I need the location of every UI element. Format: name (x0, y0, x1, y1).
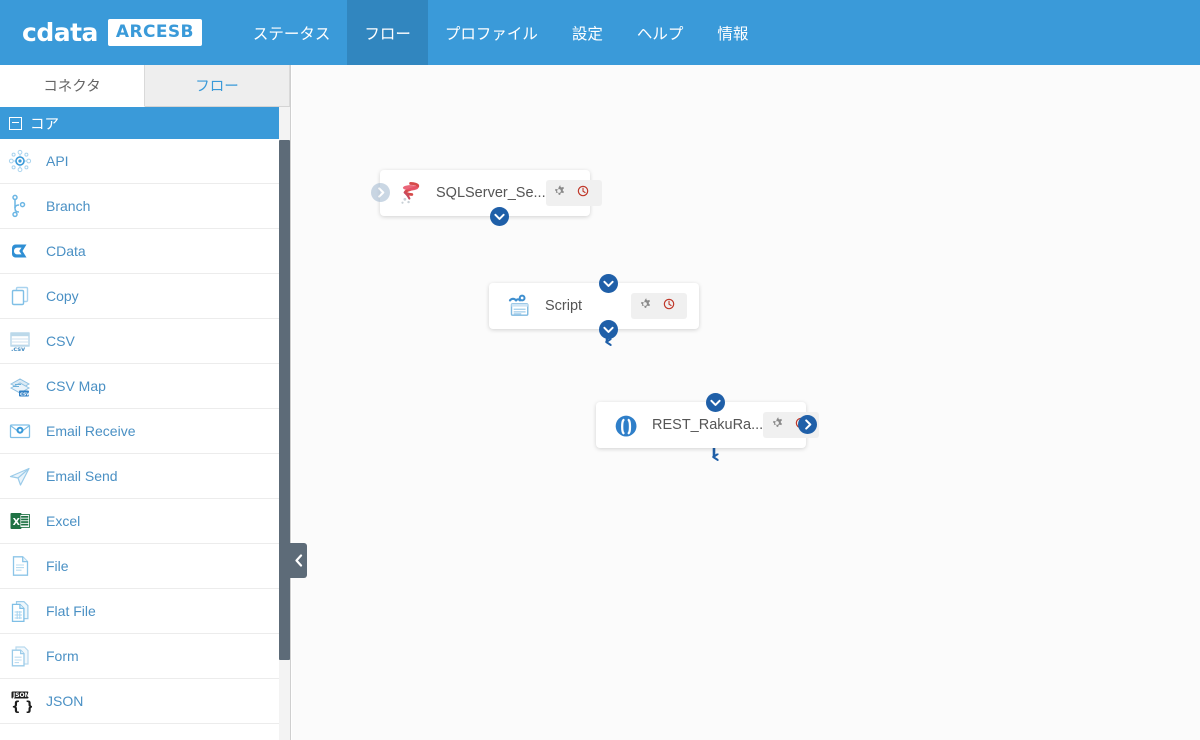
connector-item-label: Email Send (46, 468, 118, 484)
flow-node-actions (631, 293, 687, 319)
svg-text:csv: csv (20, 391, 30, 397)
connector-list[interactable]: API Branch CData Copy .csv CSV csv CSV Map… (0, 139, 290, 740)
connector-item-api[interactable]: API (0, 139, 290, 184)
connector-item-email-send[interactable]: Email Send (0, 454, 290, 499)
connector-item-excel[interactable]: X Excel (0, 499, 290, 544)
connector-item-form[interactable]: Form (0, 634, 290, 679)
top-navigation-bar: cdata ARCESB ステータス フロー プロファイル 設定 ヘルプ 情報 (0, 0, 1200, 65)
connector-item-flat-file[interactable]: Flat File (0, 589, 290, 634)
connector-item-label: JSON (46, 693, 84, 709)
connector-item-label: Form (46, 648, 79, 664)
history-clock-icon[interactable] (574, 181, 598, 205)
connector-item-label: Flat File (46, 603, 96, 619)
chevron-left-icon (295, 554, 303, 567)
connector-item-label: CData (46, 243, 86, 259)
csv-icon: .csv (8, 329, 32, 353)
flow-node-title: SQLServer_Se... (436, 185, 546, 201)
flow-node-rest[interactable]: REST_RakuRa... (596, 402, 820, 448)
history-clock-icon[interactable] (659, 294, 683, 318)
flow-canvas[interactable]: SQLServer_Se... Script REST_RakuRa... (292, 65, 1200, 740)
connector-item-label: Copy (46, 288, 79, 304)
tab-flows[interactable]: フロー (145, 65, 290, 106)
connector-item-csv-map[interactable]: csv CSV Map (0, 364, 290, 409)
flow-node-title: Script (545, 298, 583, 314)
form-icon (8, 644, 32, 668)
logo-text: cdata (22, 18, 98, 47)
flat-file-icon (8, 599, 32, 623)
nav-profile[interactable]: プロファイル (428, 0, 555, 65)
settings-gear-icon[interactable] (635, 294, 659, 318)
nav-status[interactable]: ステータス (236, 0, 348, 65)
flow-node-title: REST_RakuRa... (652, 417, 764, 433)
flow-node-input-port[interactable] (598, 274, 618, 293)
flow-node-output-port[interactable] (598, 320, 618, 339)
nav-info[interactable]: 情報 (700, 0, 765, 65)
api-icon (8, 149, 32, 173)
tab-connectors[interactable]: コネクタ (0, 65, 145, 107)
branch-icon (8, 194, 32, 218)
svg-text:{ }: { } (11, 700, 32, 714)
csv-map-icon: csv (8, 374, 32, 398)
connector-item-email-receive[interactable]: Email Receive (0, 409, 290, 454)
nav-help[interactable]: ヘルプ (620, 0, 701, 65)
connector-item-label: Email Receive (46, 423, 136, 439)
app-logo[interactable]: cdata ARCESB (22, 0, 202, 65)
email-receive-icon (8, 419, 32, 443)
connector-item-cdata[interactable]: CData (0, 229, 290, 274)
email-send-icon (8, 464, 32, 488)
connector-item-copy[interactable]: Copy (0, 274, 290, 319)
connector-item-label: CSV Map (46, 378, 106, 394)
connector-item-label: CSV (46, 333, 75, 349)
sqlserver-icon (396, 180, 422, 206)
connector-item-branch[interactable]: Branch (0, 184, 290, 229)
settings-gear-icon[interactable] (767, 413, 791, 437)
copy-icon (8, 284, 32, 308)
sidebar-scrollbar-thumb[interactable] (279, 140, 290, 660)
excel-icon: X (8, 509, 32, 533)
nav-settings[interactable]: 設定 (555, 0, 620, 65)
svg-text:X: X (13, 517, 21, 528)
settings-gear-icon[interactable] (550, 181, 574, 205)
sidebar-tabs: コネクタ フロー (0, 65, 290, 107)
flow-node-script[interactable]: Script (489, 283, 699, 329)
rest-icon (612, 412, 638, 438)
flow-node-output-port[interactable] (489, 207, 509, 226)
connector-item-label: Branch (46, 198, 91, 214)
svg-text:JSON: JSON (12, 692, 30, 699)
sidebar-collapse-handle[interactable] (290, 543, 307, 578)
connector-item-csv[interactable]: .csv CSV (0, 319, 290, 364)
json-icon: JSON { } (8, 689, 32, 713)
svg-text:.csv: .csv (11, 345, 26, 353)
logo-badge: ARCESB (107, 19, 202, 46)
file-icon (8, 554, 32, 578)
flow-node-input-port[interactable] (705, 393, 725, 412)
sidebar-group-core[interactable]: コア (0, 107, 290, 139)
flow-node-input-port[interactable] (371, 183, 390, 202)
collapse-minus-icon[interactable] (9, 116, 22, 130)
connector-item-file[interactable]: File (0, 544, 290, 589)
sidebar: コネクタ フロー コア API Branch CData Copy .csv C… (0, 65, 291, 740)
cdata-icon (8, 239, 32, 263)
flow-node-output-port[interactable] (798, 415, 817, 434)
sidebar-group-label: コア (30, 116, 59, 133)
connector-item-json[interactable]: JSON { } JSON (0, 679, 290, 724)
connector-item-label: API (46, 153, 69, 169)
nav-items: ステータス フロー プロファイル 設定 ヘルプ 情報 (236, 0, 766, 65)
script-icon (505, 293, 531, 319)
nav-flow[interactable]: フロー (347, 0, 428, 65)
connector-item-label: File (46, 558, 69, 574)
flow-node-actions (545, 180, 602, 206)
flow-node-sqlserver[interactable]: SQLServer_Se... (380, 170, 602, 216)
connector-item-label: Excel (46, 513, 81, 529)
